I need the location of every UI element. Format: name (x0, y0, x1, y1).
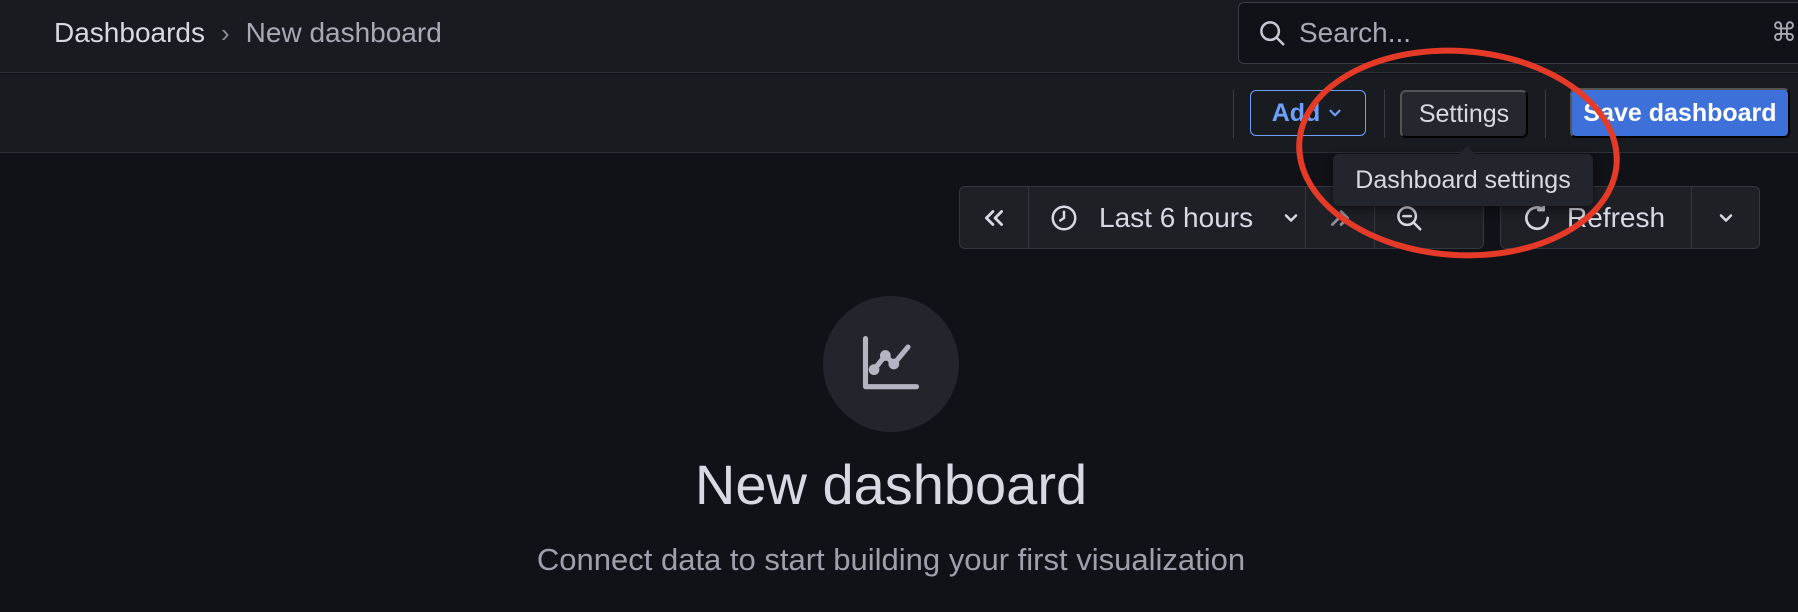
time-range-picker[interactable]: Last 6 hours (1029, 187, 1305, 248)
refresh-icon (1525, 202, 1550, 230)
search-shortcut-hint: ⌘ (1771, 17, 1797, 47)
chevron-down-icon (1284, 213, 1298, 222)
search-icon (1260, 21, 1285, 46)
time-shift-back-button[interactable] (960, 187, 1028, 248)
breadcrumb: Dashboards › New dashboard (54, 14, 442, 52)
search-input[interactable] (1299, 17, 1719, 49)
zoom-out-icon (1397, 205, 1422, 230)
add-button[interactable]: Add (1250, 90, 1366, 136)
empty-state-icon-circle (823, 296, 959, 432)
clock-icon (1051, 205, 1077, 230)
add-button-label: Add (1271, 98, 1321, 127)
settings-button[interactable]: Settings (1400, 90, 1528, 138)
refresh-interval-dropdown[interactable] (1692, 187, 1760, 248)
breadcrumb-dashboards-link[interactable]: Dashboards (54, 17, 205, 49)
refresh-label: Refresh (1567, 201, 1666, 233)
breadcrumb-current-page: New dashboard (245, 17, 442, 48)
toolbar-divider (1384, 90, 1385, 138)
toolbar-divider (1233, 90, 1234, 138)
breadcrumb-separator: › (220, 17, 230, 48)
time-range-label: Last 6 hours (1099, 201, 1254, 233)
settings-tooltip: Dashboard settings (1333, 146, 1593, 206)
chevrons-left-icon (985, 209, 1003, 226)
empty-state-subtitle: Connect data to start building your firs… (536, 542, 1246, 577)
chevron-down-icon (1329, 109, 1341, 117)
search-box[interactable]: ⌘ (1238, 2, 1798, 64)
top-bar: Dashboards › New dashboard ⌘ (0, 0, 1798, 73)
chevron-down-icon (1719, 213, 1733, 222)
empty-state-title: New dashboard (694, 453, 1088, 516)
chevrons-right-icon (1331, 209, 1349, 226)
save-dashboard-button[interactable]: Save dashboard (1570, 88, 1790, 138)
line-chart-icon (862, 335, 920, 390)
toolbar-divider (1545, 90, 1546, 138)
dashboard-toolbar: Add Settings Save dashboard (0, 74, 1798, 153)
